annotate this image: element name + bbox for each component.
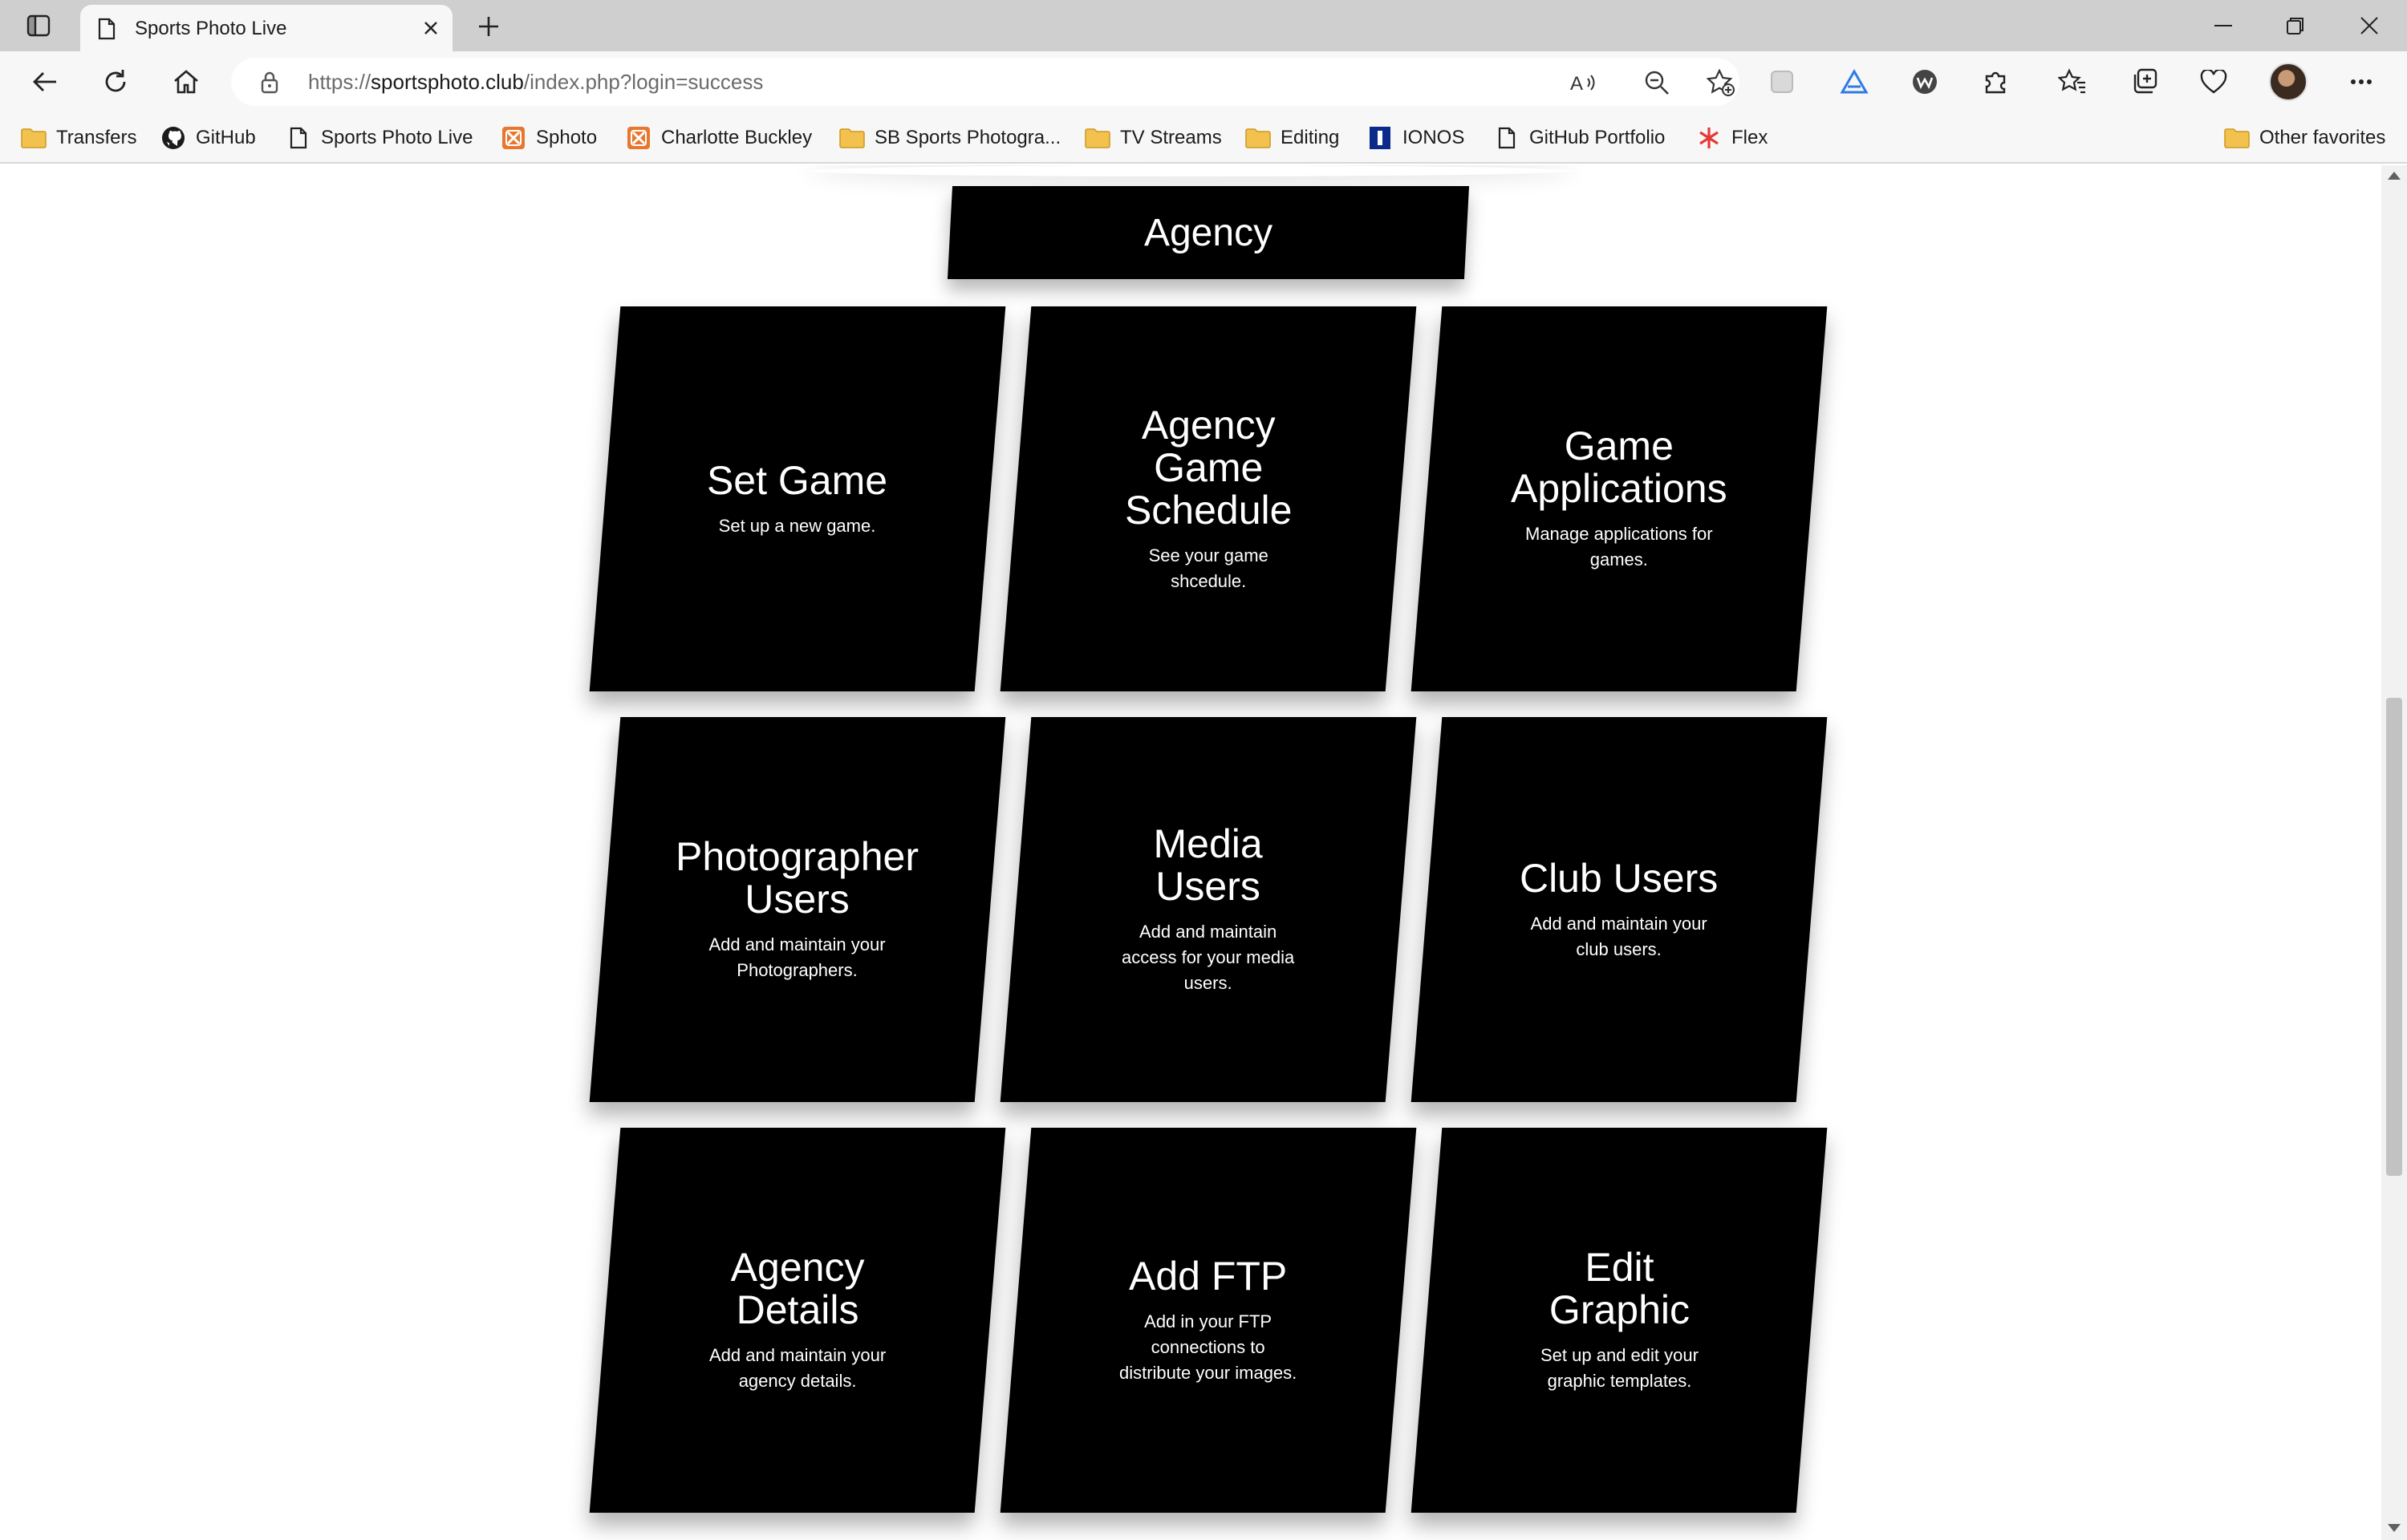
favorite-sports-photo-live[interactable]: Sports Photo Live [286, 122, 473, 154]
page-icon [1494, 125, 1520, 151]
tile-agency-details[interactable]: Agency Details Add and maintain your agency… [589, 1128, 1006, 1513]
svg-text:A: A [1570, 73, 1583, 95]
folder-icon [839, 125, 865, 151]
address-bar[interactable]: https://sportsphoto.club/index.php?login… [231, 58, 1739, 106]
favorites-icon[interactable] [2054, 64, 2091, 99]
extensions-puzzle-icon[interactable] [1977, 64, 2014, 99]
favorite-github-portfolio[interactable]: GitHub Portfolio [1494, 122, 1665, 154]
tile-title: Agency Game Schedule [1124, 402, 1293, 533]
xampp-icon [626, 125, 651, 151]
scrollbar-thumb[interactable] [2386, 698, 2402, 1176]
page-icon [286, 125, 311, 151]
favorite-sb-sports-photography[interactable]: SB Sports Photogra... [839, 122, 1061, 154]
favorite-other-favorites[interactable]: Other favorites [2224, 122, 2385, 154]
minimize-icon[interactable] [2198, 8, 2248, 43]
tile-title: Add FTP [1129, 1253, 1288, 1299]
folder-icon [1245, 125, 1271, 151]
tile-title: Media Users [1153, 821, 1264, 909]
favorite-github[interactable]: GitHub [160, 122, 256, 154]
zoom-out-icon[interactable] [1642, 67, 1672, 98]
tile-agency-game-schedule[interactable]: Agency Game Schedule See your game shcedule. [1000, 306, 1417, 691]
folder-icon [2224, 125, 2250, 151]
collections-icon[interactable] [2126, 64, 2163, 99]
agency-header-title: Agency [1143, 211, 1273, 254]
close-tab-icon[interactable] [417, 14, 444, 42]
tile-edit-graphic[interactable]: Edit Graphic Set up and edit your graphic t… [1411, 1128, 1828, 1513]
tile-description: Add and maintain your agency details. [708, 1345, 887, 1391]
profile-avatar[interactable] [2269, 63, 2308, 101]
tile-set-game[interactable]: Set Game Set up a new game. [589, 306, 1006, 691]
folder-icon [21, 125, 47, 151]
tile-media-users[interactable]: Media Users Add and maintain access for you… [1000, 717, 1417, 1102]
tab-actions-icon[interactable] [18, 10, 59, 42]
tab-title: Sports Photo Live [135, 18, 287, 39]
favorite-flex[interactable]: Flex [1696, 122, 1768, 154]
favorite-charlotte-buckley[interactable]: Charlotte Buckley [626, 122, 812, 154]
tile-title: Club Users [1520, 855, 1719, 901]
folder-icon [1085, 125, 1110, 151]
close-window-icon[interactable] [2344, 8, 2394, 43]
tile-description: Set up a new game. [719, 515, 876, 536]
tile-title: Edit Graphic [1549, 1245, 1690, 1332]
tile-club-users[interactable]: Club Users Add and maintain your club user… [1411, 717, 1828, 1102]
more-options-icon[interactable] [2343, 64, 2380, 99]
refresh-icon[interactable] [96, 64, 135, 99]
active-tab[interactable]: Sports Photo Live [80, 5, 453, 51]
tile-description: Add and maintain your club users. [1530, 913, 1708, 959]
home-icon[interactable] [167, 64, 205, 99]
vertical-scrollbar[interactable] [2381, 165, 2407, 1540]
url-text: https://sportsphoto.club/index.php?login… [308, 70, 764, 94]
tile-title: Agency Details [730, 1245, 865, 1332]
tile-description: Set up and edit your graphic templates. [1540, 1345, 1699, 1391]
lock-icon[interactable] [260, 71, 279, 99]
tile-description: Add in your FTP connections to distribute … [1119, 1311, 1297, 1383]
favorites-bar: Transfers GitHub Sports Photo Live Sphot… [0, 112, 2407, 164]
ionos-icon [1367, 125, 1393, 151]
favorite-ionos[interactable]: IONOS [1367, 122, 1464, 154]
page-icon [98, 18, 116, 44]
scroll-down-arrow-icon[interactable] [2388, 1524, 2401, 1532]
tile-title: Game Applications [1511, 424, 1727, 511]
browser-toolbar: https://sportsphoto.club/index.php?login… [0, 51, 2407, 112]
tile-game-applications[interactable]: Game Applications Manage applications for g… [1411, 306, 1828, 691]
new-tab-icon[interactable] [472, 10, 505, 43]
tile-description: See your game shcedule. [1148, 545, 1268, 591]
tab-strip: Sports Photo Live [0, 0, 2407, 51]
tile-add-ftp[interactable]: Add FTP Add in your FTP connections to dist… [1000, 1128, 1417, 1513]
favorite-editing[interactable]: Editing [1245, 122, 1339, 154]
tile-title: Photographer Users [676, 834, 919, 922]
agency-header: Agency [947, 186, 1470, 279]
tile-title: Set Game [707, 457, 888, 503]
drive-extension-icon[interactable] [1836, 64, 1873, 99]
tile-description: Manage applications for games. [1525, 524, 1713, 569]
extension-grey-icon[interactable] [1764, 64, 1800, 99]
wappalyzer-icon[interactable] [1906, 64, 1943, 99]
xampp-icon [501, 125, 526, 151]
github-icon [160, 125, 186, 151]
read-aloud-icon[interactable]: A [1569, 67, 1600, 98]
restore-icon[interactable] [2271, 8, 2320, 43]
favorite-sphoto[interactable]: Sphoto [501, 122, 597, 154]
add-favorite-icon[interactable] [1706, 67, 1736, 98]
favorite-transfers[interactable]: Transfers [21, 122, 136, 154]
heart-icon[interactable] [2195, 64, 2232, 99]
scroll-up-arrow-icon[interactable] [2388, 172, 2401, 180]
favorite-tv-streams[interactable]: TV Streams [1085, 122, 1222, 154]
flex-icon [1696, 125, 1722, 151]
tile-photographer-users[interactable]: Photographer Users Add and maintain your Ph… [589, 717, 1006, 1102]
tile-description: Add and maintain access for your media use… [1122, 922, 1295, 993]
scrolled-header-shadow [810, 165, 1573, 176]
back-arrow-icon[interactable] [26, 64, 64, 99]
tile-description: Add and maintain your Photographers. [708, 934, 887, 980]
page-viewport: Agency Set Game Set up a new game. Agency… [0, 165, 2381, 1540]
